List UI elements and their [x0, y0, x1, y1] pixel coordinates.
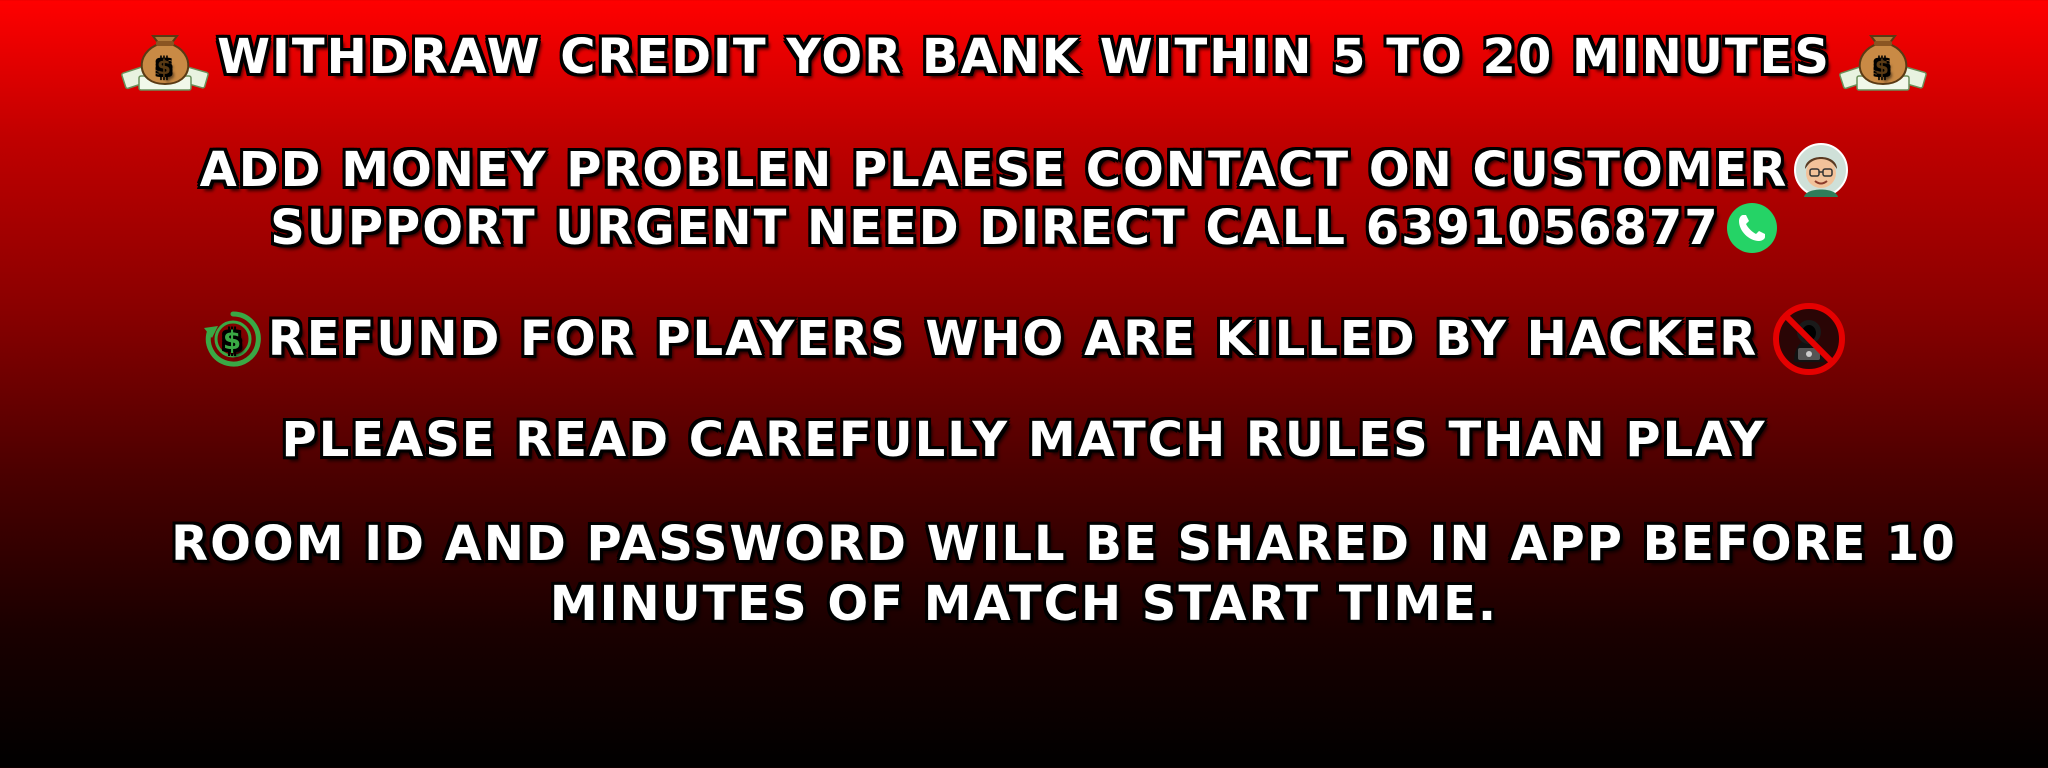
refund-line: $ REFUND FOR PLAYERS WHO ARE KILLED BY H…	[0, 302, 2048, 376]
match-time-line: MINUTES OF MATCH START TIME.	[0, 576, 2048, 632]
support-call-line: SUPPORT URGENT NEED DIRECT CALL 63910568…	[0, 200, 2048, 256]
svg-text:$: $	[223, 326, 243, 356]
withdraw-text: WITHDRAW CREDIT YOR BANK WITHIN 5 TO 20 …	[217, 29, 1831, 85]
match-time-text: MINUTES OF MATCH START TIME.	[549, 576, 1499, 632]
support-call-text: SUPPORT URGENT NEED DIRECT CALL 63910568…	[270, 200, 1720, 256]
customer-support-icon	[1794, 143, 1849, 197]
refund-dollar-icon: $	[202, 308, 264, 370]
money-bag-icon: $	[119, 18, 211, 96]
add-money-line: ADD MONEY PROBLEN PLAESE CONTACT ON CUST…	[0, 142, 2048, 198]
refund-text: REFUND FOR PLAYERS WHO ARE KILLED BY HAC…	[267, 311, 1759, 367]
room-id-line: ROOM ID AND PASSWORD WILL BE SHARED IN A…	[40, 516, 2048, 572]
rules-line: PLEASE READ CAREFULLY MATCH RULES THAN P…	[0, 412, 2048, 468]
whatsapp-call-icon[interactable]	[1726, 202, 1778, 254]
no-hacker-icon	[1772, 302, 1846, 376]
svg-text:$: $	[1875, 55, 1891, 79]
add-money-text: ADD MONEY PROBLEN PLAESE CONTACT ON CUST…	[199, 142, 1789, 198]
rules-text: PLEASE READ CAREFULLY MATCH RULES THAN P…	[281, 412, 1767, 468]
money-bag-icon: $	[1837, 18, 1929, 96]
svg-text:$: $	[157, 55, 173, 79]
withdraw-info-line: $ WITHDRAW CREDIT YOR BANK WITHIN 5 TO 2…	[0, 18, 2048, 96]
room-id-text: ROOM ID AND PASSWORD WILL BE SHARED IN A…	[171, 516, 1957, 572]
